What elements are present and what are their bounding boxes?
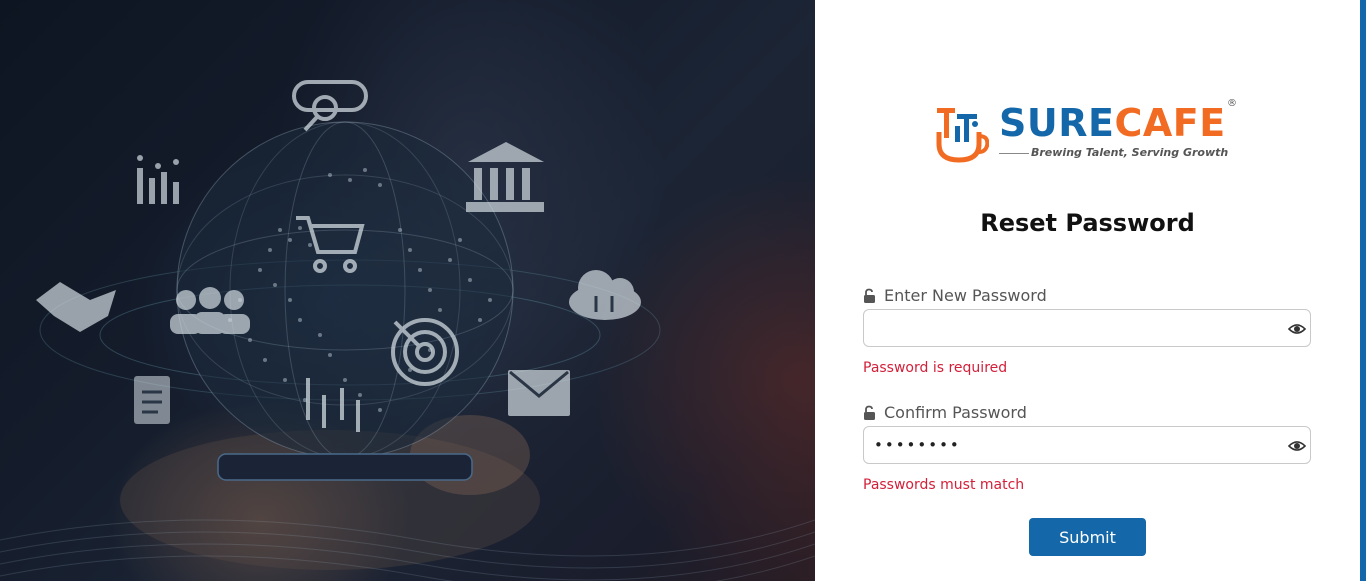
confirm-password-input[interactable] bbox=[864, 427, 1274, 463]
submit-button[interactable]: Submit bbox=[1029, 518, 1146, 556]
cup-logo-icon bbox=[936, 108, 989, 163]
brand-logo: SURECAFE ® Brewing Talent, Serving Growt… bbox=[935, 98, 1245, 164]
confirm-password-field bbox=[863, 426, 1311, 464]
new-password-label: Enter New Password bbox=[863, 286, 1047, 305]
cloud-transfer-icon bbox=[569, 270, 641, 320]
bar-chart-icon bbox=[137, 155, 179, 204]
globe-icon bbox=[176, 121, 514, 459]
eye-icon[interactable] bbox=[1288, 439, 1306, 453]
reset-password-panel: SURECAFE ® Brewing Talent, Serving Growt… bbox=[815, 0, 1366, 581]
confirm-password-label-text: Confirm Password bbox=[884, 403, 1027, 422]
new-password-input[interactable] bbox=[864, 310, 1274, 346]
eye-icon[interactable] bbox=[1288, 322, 1306, 336]
brand-wordmark: SURECAFE bbox=[999, 104, 1226, 142]
panel-edge-bar bbox=[1360, 0, 1366, 581]
registered-mark: ® bbox=[1227, 98, 1237, 109]
tagline-rule bbox=[999, 153, 1029, 154]
handshake-icon bbox=[36, 282, 116, 332]
lock-icon bbox=[864, 288, 875, 303]
new-password-label-text: Enter New Password bbox=[884, 286, 1047, 305]
new-password-field bbox=[863, 309, 1311, 347]
confirm-password-label: Confirm Password bbox=[863, 403, 1027, 422]
brand-name-sure: SURE bbox=[999, 101, 1115, 145]
confirm-password-error: Passwords must match bbox=[863, 477, 1025, 493]
brand-name-cafe: CAFE bbox=[1114, 101, 1226, 145]
document-icon bbox=[134, 376, 170, 424]
page-title: Reset Password bbox=[980, 209, 1195, 237]
new-password-error: Password is required bbox=[863, 360, 1008, 376]
hero-background bbox=[0, 0, 815, 581]
lock-icon bbox=[864, 405, 875, 420]
hero-illustration bbox=[0, 80, 815, 581]
brand-tagline: Brewing Talent, Serving Growth bbox=[1031, 146, 1229, 159]
smartphone-icon bbox=[217, 453, 473, 481]
